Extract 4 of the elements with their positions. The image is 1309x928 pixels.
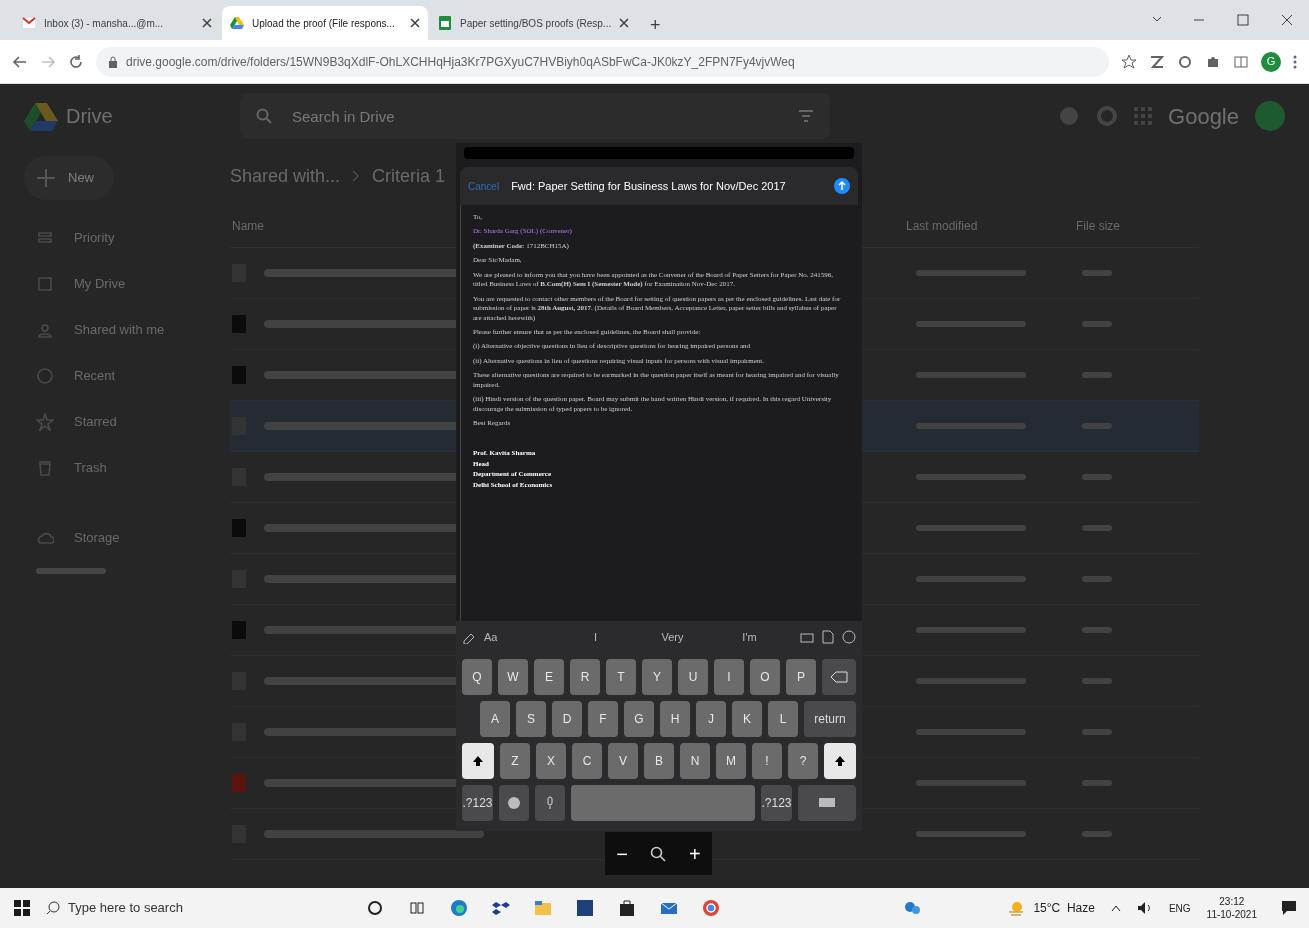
account-name: Google [1168,102,1239,131]
email-subject: Fwd: Paper Setting for Business Laws for Nov/Dec 2017 [511,178,787,194]
url-text: drive.google.com/drive/folders/15WN9B3qXdlF-OhLXCHHqHja3Kr7PGXyuC7HVBiyh0qASbFwCa-JK0kzY_2FPN7Fy4vjvWeq [126,53,795,71]
app-name: Drive [66,104,113,129]
